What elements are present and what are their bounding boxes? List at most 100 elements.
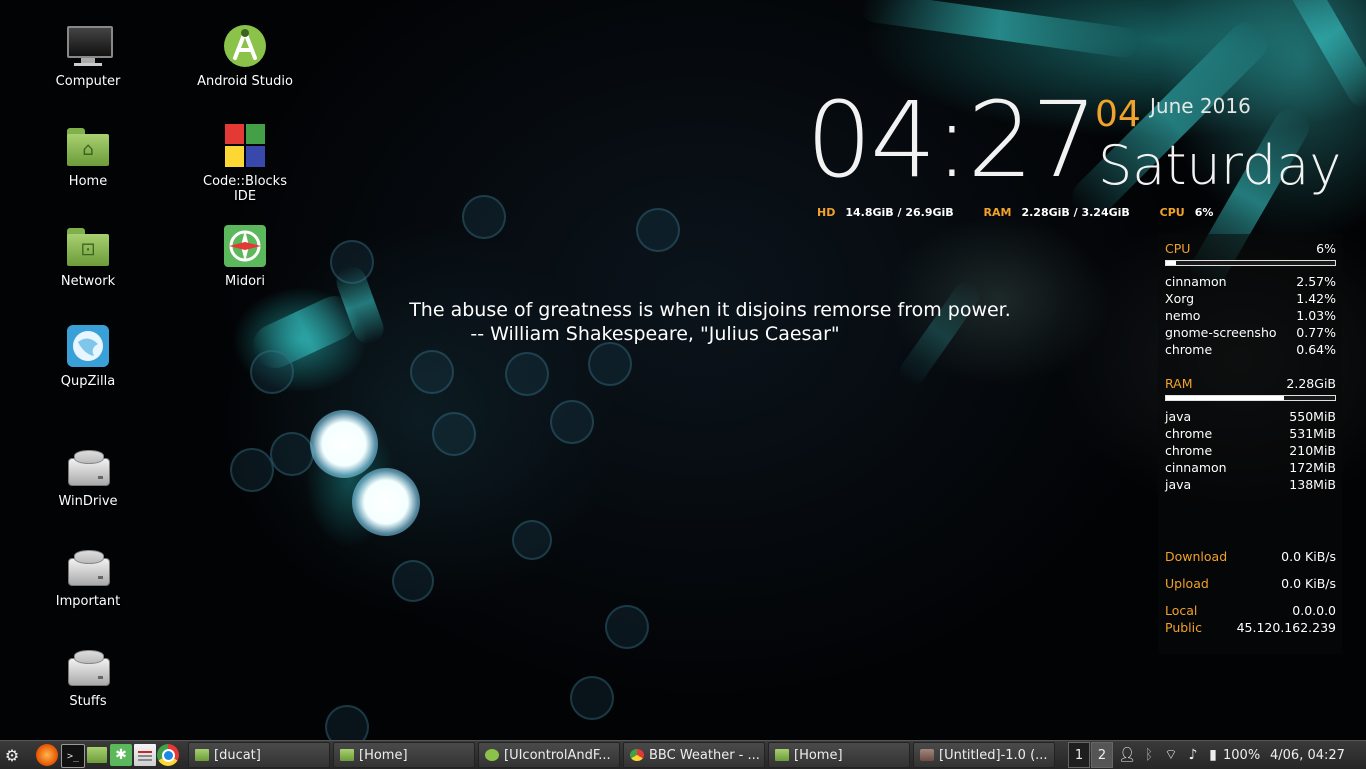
- desktop-icon-windrive[interactable]: WinDrive: [33, 442, 143, 509]
- process-row: chrome 0.64%: [1158, 341, 1342, 358]
- upload-label: Upload: [1165, 576, 1209, 591]
- desktop-icon-important[interactable]: Important: [33, 542, 143, 609]
- window-title: [Home]: [794, 747, 843, 763]
- desktop-icon-label: Home: [68, 174, 108, 189]
- bokeh-circle: [605, 605, 649, 649]
- bokeh-glow: [310, 410, 378, 478]
- process-value: 0.77%: [1296, 325, 1336, 340]
- process-name: chrome: [1165, 342, 1213, 357]
- clock-time: 04:27: [806, 79, 1098, 201]
- clock-day: 04: [1095, 94, 1141, 135]
- process-name: java: [1165, 477, 1192, 492]
- desktop-icon-label: Code::Blocks IDE: [203, 174, 287, 204]
- process-value: 138MiB: [1289, 477, 1336, 492]
- cpu-header: CPU 6%: [1158, 240, 1342, 257]
- menu-gear-icon[interactable]: ⚙: [3, 741, 21, 769]
- taskbar-clock[interactable]: 4/06, 04:27: [1270, 741, 1345, 769]
- sound-icon[interactable]: ♪: [1184, 741, 1202, 769]
- process-name: gnome-screensho: [1165, 325, 1277, 340]
- public-ip-value: 45.120.162.239: [1236, 620, 1336, 635]
- process-value: 2.57%: [1296, 274, 1336, 289]
- clock-weekday: Saturday: [1098, 134, 1342, 197]
- download-row: Download 0.0 KiB/s: [1158, 543, 1342, 570]
- bokeh-circle: [588, 342, 632, 386]
- desktop-icon-label: Important: [55, 594, 121, 609]
- taskbar-window-button[interactable]: [Home]: [768, 742, 910, 768]
- bokeh-circle: [636, 208, 680, 252]
- user-icon[interactable]: 👤︎: [1118, 741, 1136, 769]
- ram-header-value: 2.28GiB: [1286, 376, 1336, 391]
- firefox-icon[interactable]: [36, 744, 58, 766]
- desktop-icon-network[interactable]: ⊡ Network: [33, 222, 143, 289]
- bokeh-circle: [325, 705, 369, 740]
- process-row: gnome-screensho 0.77%: [1158, 324, 1342, 341]
- home-folder-icon: ⌂: [64, 122, 112, 170]
- local-ip-value: 0.0.0.0: [1292, 603, 1336, 618]
- process-value: 531MiB: [1289, 426, 1336, 441]
- battery-percentage: 100%: [1223, 747, 1261, 763]
- hd-value: 14.8GiB / 26.9GiB: [845, 206, 954, 219]
- process-name: chrome: [1165, 426, 1213, 441]
- cpu-header-value: 6%: [1316, 241, 1336, 256]
- desktop-icon-android-studio[interactable]: Android Studio: [190, 22, 300, 89]
- clock-month-year: June 2016: [1150, 94, 1251, 118]
- folder-icon: [195, 749, 209, 761]
- process-value: 0.64%: [1296, 342, 1336, 357]
- taskbar-window-button[interactable]: [UIcontrolAndF...: [478, 742, 620, 768]
- ram-header: RAM 2.28GiB: [1158, 375, 1342, 392]
- workspace-2-button[interactable]: 2: [1091, 742, 1113, 768]
- taskbar-window-button[interactable]: BBC Weather - ...: [623, 742, 765, 768]
- process-name: cinnamon: [1165, 460, 1227, 475]
- cpu-value: 6%: [1194, 206, 1214, 219]
- process-value: 1.42%: [1296, 291, 1336, 306]
- taskbar-window-button[interactable]: [ducat]: [188, 742, 330, 768]
- taskbar-window-button[interactable]: [Untitled]-1.0 (...: [913, 742, 1055, 768]
- computer-icon: [64, 22, 113, 70]
- process-row: nemo 1.03%: [1158, 307, 1342, 324]
- workspace-1-button[interactable]: 1: [1068, 742, 1090, 768]
- files-folder-icon[interactable]: [86, 744, 108, 766]
- desktop-icon-label: QupZilla: [60, 374, 116, 389]
- system-summary: HD 14.8GiB / 26.9GiB RAM 2.28GiB / 3.24GiB…: [817, 206, 1239, 219]
- process-row: java 550MiB: [1158, 408, 1342, 425]
- wallpaper-streak: [1277, 0, 1366, 112]
- desktop-icon-stuffs[interactable]: Stuffs: [33, 642, 143, 709]
- workspace-label: 2: [1097, 747, 1107, 763]
- battery-icon[interactable]: ▮: [1204, 741, 1222, 769]
- download-value: 0.0 KiB/s: [1281, 549, 1336, 564]
- bokeh-circle: [230, 448, 274, 492]
- taskbar-window-button[interactable]: [Home]: [333, 742, 475, 768]
- process-value: 550MiB: [1289, 409, 1336, 424]
- drive-icon: [64, 442, 112, 490]
- desktop-icon-home[interactable]: ⌂ Home: [33, 122, 143, 189]
- bokeh-circle: [330, 240, 374, 284]
- codeblocks-icon: [221, 122, 269, 170]
- bokeh-circle: [505, 352, 549, 396]
- desktop-icon-computer[interactable]: Computer: [33, 22, 143, 89]
- cpu-header-label: CPU: [1165, 241, 1191, 256]
- midori-launcher-icon[interactable]: ✱: [110, 744, 132, 766]
- window-title: [ducat]: [214, 747, 261, 763]
- process-name: chrome: [1165, 443, 1213, 458]
- bluetooth-icon[interactable]: ᛒ: [1140, 741, 1158, 769]
- hd-label: HD: [817, 206, 836, 219]
- desktop-icon-codeblocks[interactable]: Code::Blocks IDE: [190, 122, 300, 204]
- bokeh-circle: [512, 520, 552, 560]
- terminal-icon[interactable]: >_: [61, 744, 85, 768]
- qupzilla-icon: [64, 322, 112, 370]
- bokeh-circle: [410, 350, 454, 394]
- upload-value: 0.0 KiB/s: [1281, 576, 1336, 591]
- desktop-icon-label: Computer: [55, 74, 121, 89]
- wifi-icon[interactable]: ⌔: [1162, 741, 1180, 769]
- process-value: 210MiB: [1289, 443, 1336, 458]
- chrome-launcher-icon[interactable]: [157, 744, 179, 766]
- folder-icon: [340, 749, 354, 761]
- desktop-icon-midori[interactable]: Midori: [190, 222, 300, 289]
- text-editor-icon[interactable]: [134, 744, 156, 766]
- bokeh-circle: [462, 195, 506, 239]
- quote-text: The abuse of greatness is when it disjoi…: [409, 299, 1011, 321]
- desktop-background: Computer Android Studio ⌂ Home Code::Blo: [0, 0, 1366, 740]
- process-name: java: [1165, 409, 1192, 424]
- desktop-icon-qupzilla[interactable]: QupZilla: [33, 322, 143, 389]
- cpu-label: CPU: [1159, 206, 1185, 219]
